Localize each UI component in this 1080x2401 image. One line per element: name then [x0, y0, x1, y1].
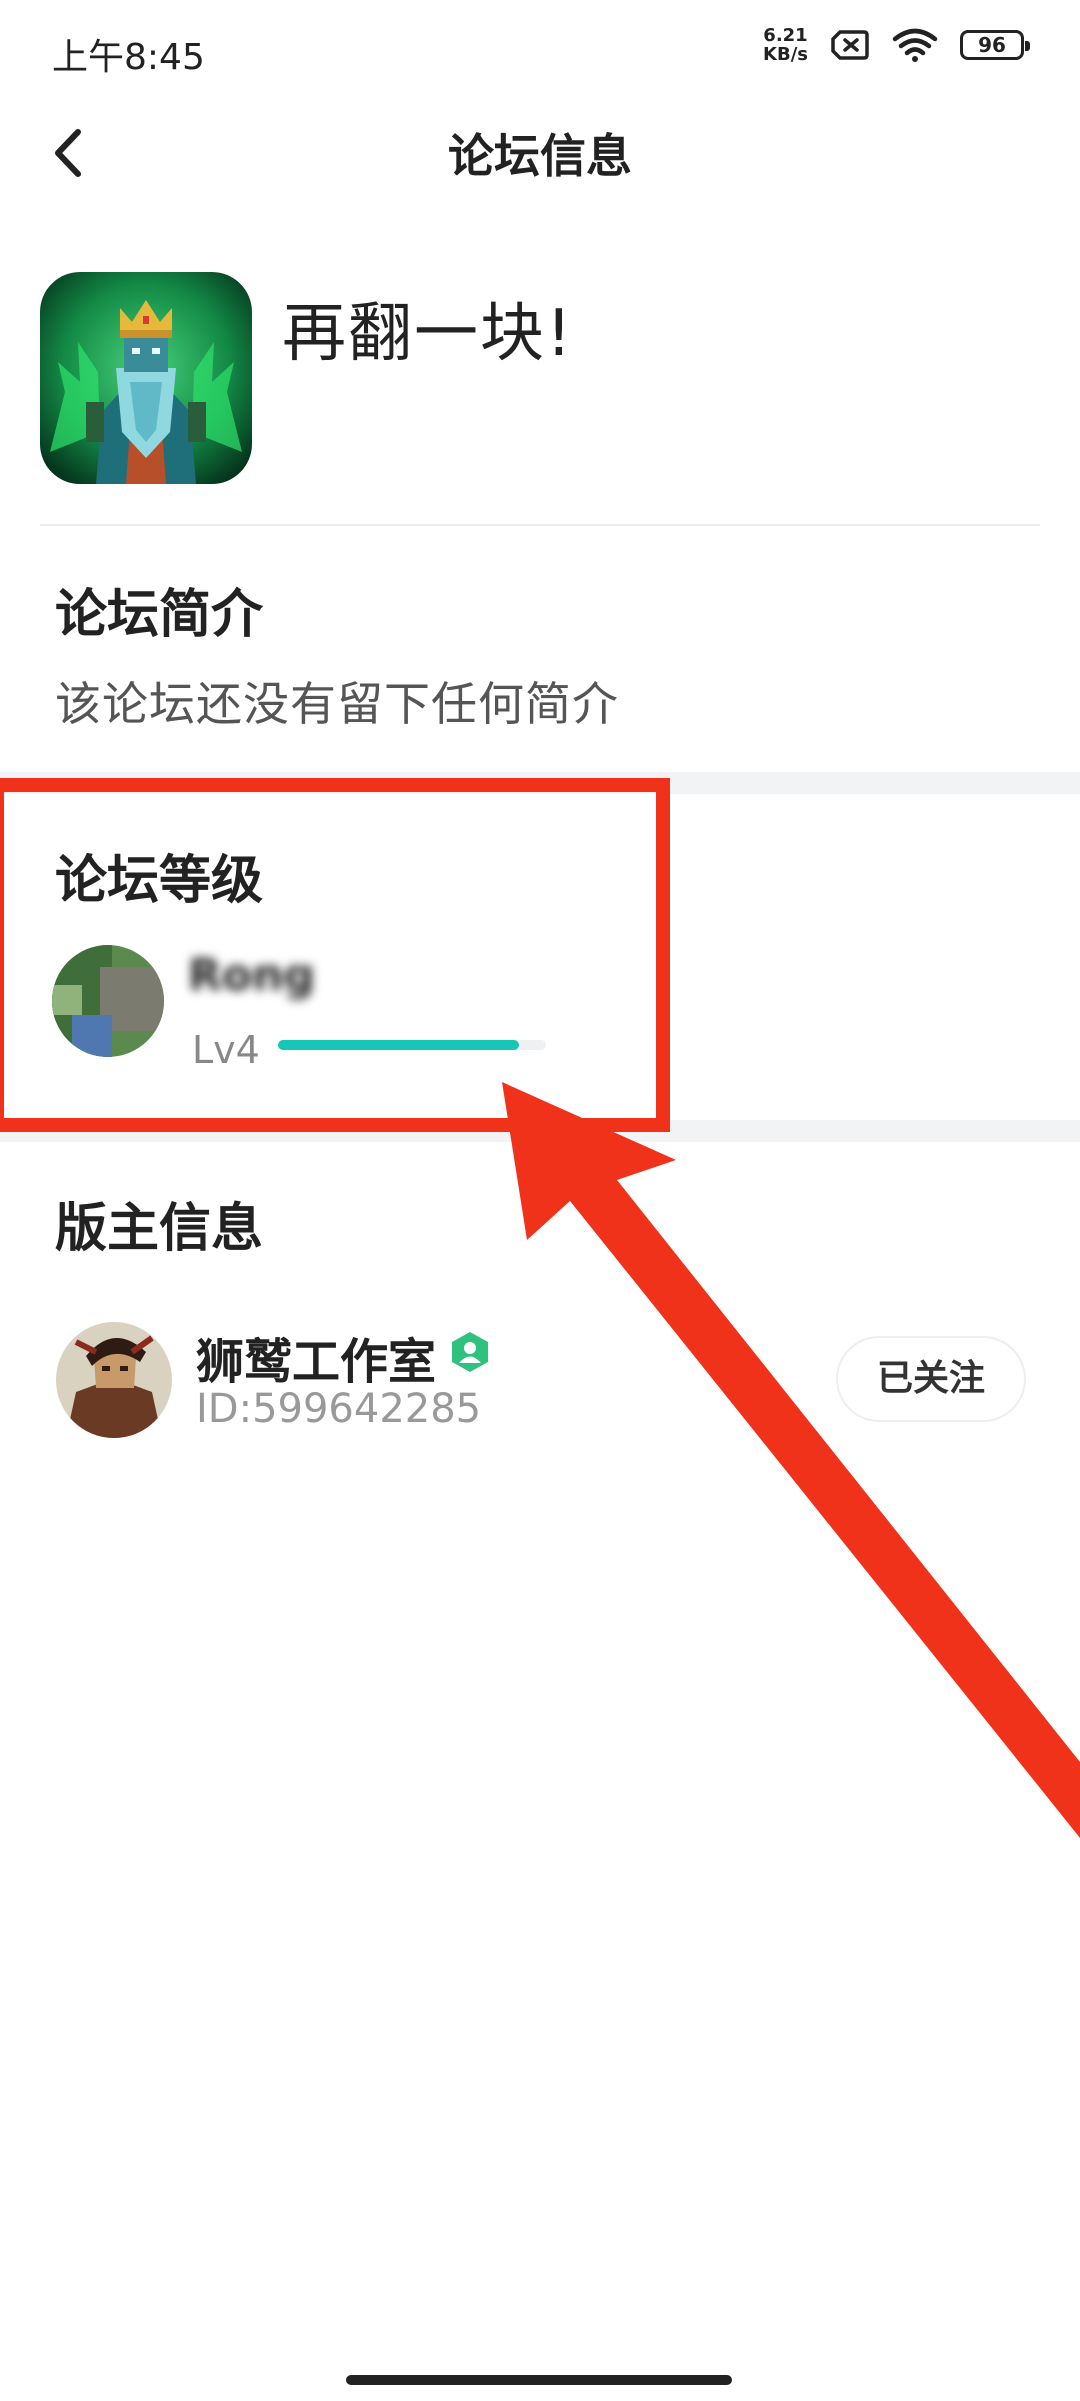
- sim-disabled-icon: [831, 30, 869, 60]
- moderator-avatar-image: [56, 1322, 172, 1438]
- pixel-king-game-icon: [40, 272, 252, 484]
- moderator-section-title: 版主信息: [55, 1199, 264, 1259]
- annotation-highlight-box: [0, 778, 670, 1132]
- forum-name: 再翻一块!: [282, 297, 574, 371]
- intro-section-title: 论坛简介: [55, 585, 264, 645]
- moderator-name[interactable]: 狮鹫工作室: [196, 1322, 436, 1392]
- intro-text: 该论坛还没有留下任何简介: [55, 677, 619, 731]
- network-speed-unit: KB/s: [763, 44, 808, 65]
- forum-game-icon: [40, 272, 252, 484]
- home-indicator[interactable]: [346, 2375, 732, 2385]
- battery-level: 96: [978, 33, 1006, 57]
- divider: [40, 524, 1040, 526]
- battery-icon: 96: [960, 30, 1030, 60]
- network-speed-value: 6.21: [763, 25, 808, 46]
- moderator-id: ID:599642285: [196, 1386, 482, 1432]
- status-time: 上午8:45: [52, 37, 205, 78]
- verified-badge-icon: [452, 1332, 488, 1372]
- page-title: 论坛信息: [448, 129, 632, 183]
- wifi-icon: [892, 28, 938, 62]
- moderator-avatar[interactable]: [56, 1322, 172, 1438]
- network-speed: 6.21 KB/s: [763, 26, 808, 64]
- status-icons: 6.21 KB/s 96: [763, 26, 1030, 64]
- follow-button[interactable]: 已关注: [836, 1336, 1026, 1422]
